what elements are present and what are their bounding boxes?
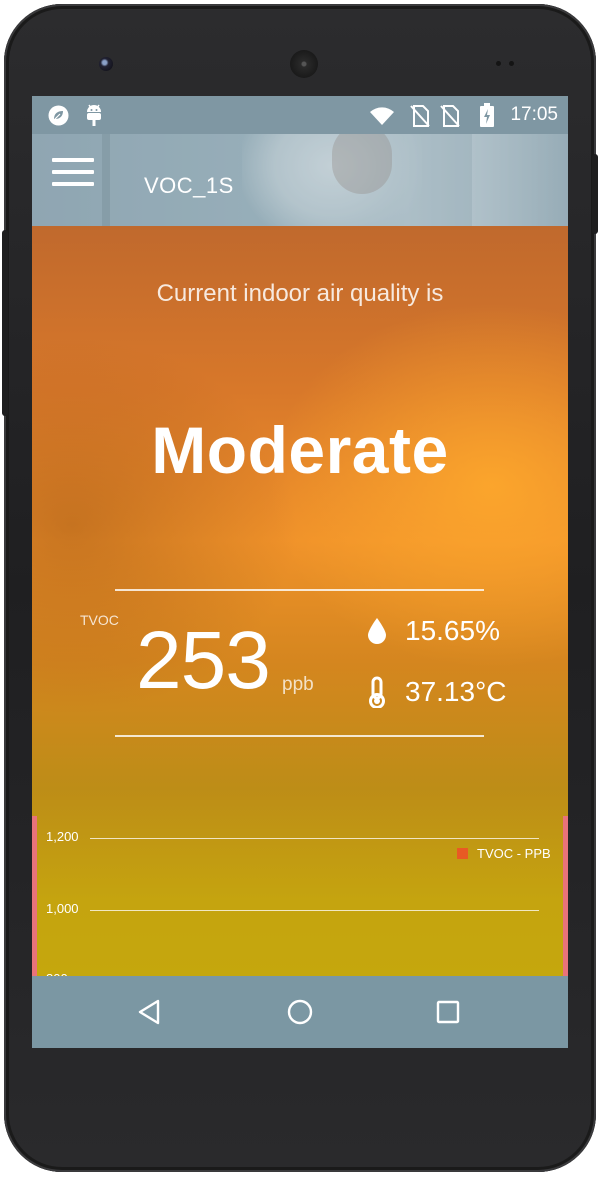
battery-charging-icon [480,103,494,132]
volume-button [2,230,8,416]
status-bar: 17:05 [32,96,568,134]
temperature-value: 37.13°C [405,676,507,707]
tvoc-history-chart[interactable]: 1,200 1,000 800 TVOC - PPB [32,816,568,976]
divider-top [115,589,484,591]
proximity-sensor [496,61,501,66]
chart-edge-right [563,816,568,976]
legend-label: TVOC - PPB [477,846,551,861]
header-overlay [32,134,568,226]
back-triangle-icon[interactable] [128,992,172,1032]
wifi-icon [369,106,395,131]
air-quality-label: Current indoor air quality is [156,280,444,307]
recents-square-icon[interactable] [426,992,470,1032]
leaf-notification-icon [48,105,69,131]
front-camera [99,57,113,71]
temperature-reading: 37.13°C [364,674,507,710]
divider-bottom [115,735,484,737]
clock: 17:05 [510,104,558,125]
light-sensor [509,61,514,66]
y-tick-label: 1,200 [46,829,79,844]
legend-swatch [457,848,468,859]
chart-legend: TVOC - PPB [457,846,551,861]
screen: 17:05 VOC_1S Current indoor air quality … [32,96,568,1048]
power-button [592,154,598,234]
thermometer-icon [364,676,390,708]
humidity-reading: 15.65% [364,613,500,649]
gridline [90,838,539,839]
earpiece-speaker [290,50,318,78]
chart-edge-left [32,816,37,976]
app-toolbar: VOC_1S [32,134,568,226]
tvoc-label: TVOC [80,612,119,628]
tvoc-value: 253 [136,615,271,706]
y-tick-label: 1,000 [46,901,79,916]
gridline [90,910,539,911]
air-quality-status: Moderate [151,413,449,487]
home-circle-icon[interactable] [278,992,322,1032]
page-title: VOC_1S [144,173,234,198]
tvoc-unit: ppb [282,674,314,695]
hamburger-menu-icon[interactable] [52,158,96,190]
android-icon [84,103,104,132]
water-drop-icon [364,616,390,646]
no-sim-icon [440,105,460,132]
navigation-bar [32,976,568,1048]
no-sim-icon [410,105,430,132]
humidity-value: 15.65% [405,615,500,646]
